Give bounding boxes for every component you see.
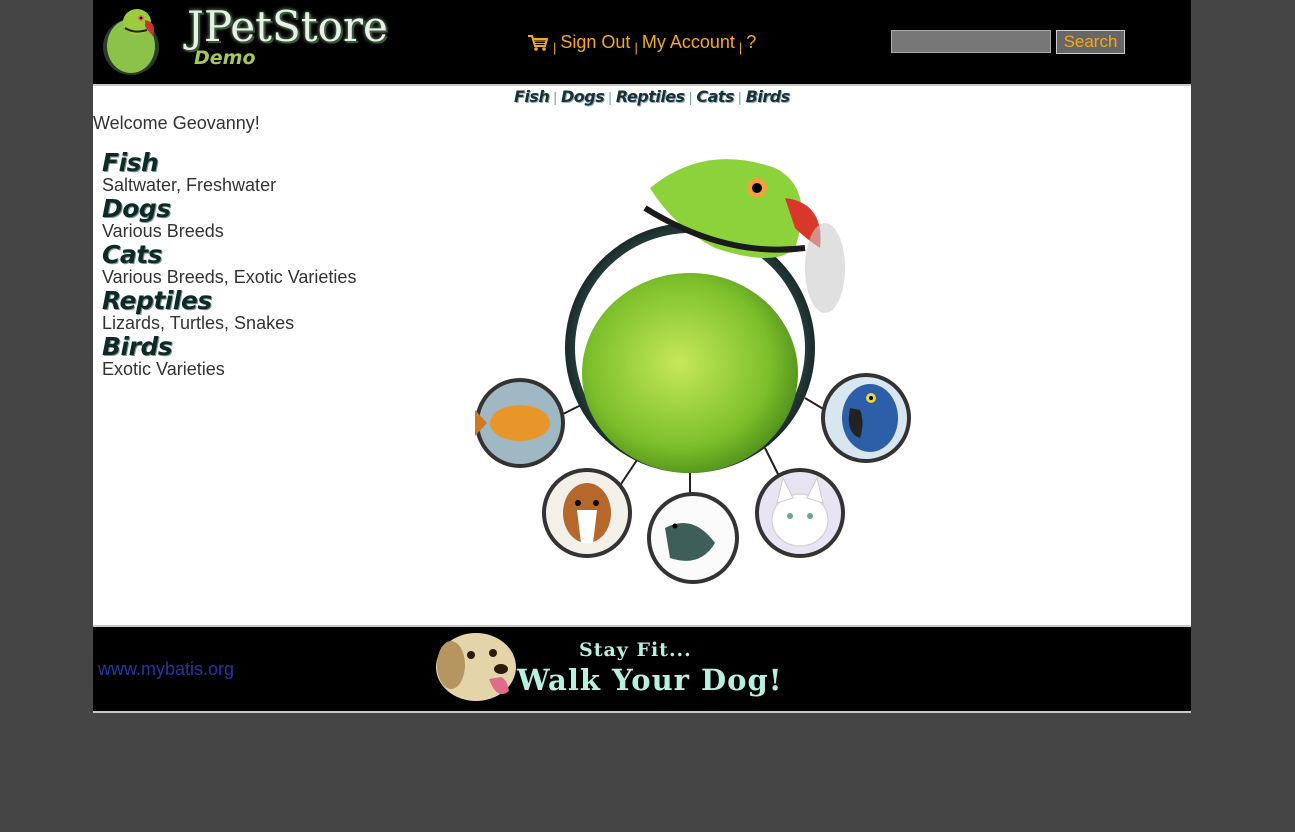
sidebar-category-reptiles: Reptiles Lizards, Turtles, Snakes [102, 288, 402, 334]
sidebar-category-dogs: Dogs Various Breeds [102, 196, 402, 242]
banner-line2: Walk Your Dog! [517, 663, 783, 697]
sidebar-description: Saltwater, Freshwater [102, 175, 277, 195]
sidebar-description: Various Breeds [102, 221, 224, 241]
quicklink-fish[interactable]: Fish [514, 87, 550, 106]
reptiles-area[interactable] [647, 492, 739, 584]
birds-area-large[interactable] [565, 159, 845, 473]
menu-separator: | [738, 40, 743, 55]
quicklink-birds[interactable]: Birds [746, 87, 791, 106]
sidebar-link-birds[interactable]: Birds [102, 334, 402, 360]
cats-area[interactable] [755, 468, 845, 558]
help-link[interactable]: ? [746, 32, 756, 53]
search-form: Search [891, 30, 1125, 54]
sidebar-link-fish[interactable]: Fish [102, 150, 402, 176]
quick-links: Fish | Dogs | Reptiles | Cats | Birds [514, 87, 790, 106]
sidebar: Fish Saltwater, Freshwater Dogs Various … [102, 150, 402, 380]
sidebar-description: Exotic Varieties [102, 359, 225, 379]
sidebar-link-dogs[interactable]: Dogs [102, 196, 402, 222]
sidebar-description: Lizards, Turtles, Snakes [102, 313, 295, 333]
parrot-logo-icon [103, 9, 159, 75]
header: JPetStore Demo | Sign Out | My Account |… [93, 0, 1191, 84]
quicklink-separator: | [553, 88, 557, 105]
quicklink-separator: | [608, 88, 612, 105]
footer: www.mybatis.org Stay Fit... Walk Your Do… [93, 625, 1191, 713]
logo-subtitle: Demo [194, 47, 256, 69]
my-account-link[interactable]: My Account [642, 32, 735, 53]
sidebar-category-cats: Cats Various Breeds, Exotic Varieties [102, 242, 402, 288]
header-menu: | Sign Out | My Account | ? [527, 30, 756, 55]
sidebar-link-reptiles[interactable]: Reptiles [102, 288, 402, 314]
birds-area-small[interactable] [821, 373, 911, 463]
dog-face-icon [436, 633, 516, 701]
sidebar-category-birds: Birds Exotic Varieties [102, 334, 402, 380]
sidebar-link-cats[interactable]: Cats [102, 242, 402, 268]
quicklink-cats[interactable]: Cats [696, 87, 734, 106]
sidebar-category-fish: Fish Saltwater, Freshwater [102, 150, 402, 196]
content: Fish | Dogs | Reptiles | Cats | Birds We… [93, 84, 1191, 625]
quicklink-separator: | [738, 88, 742, 105]
banner-line1: Stay Fit... [579, 639, 692, 661]
quicklink-dogs[interactable]: Dogs [561, 87, 605, 106]
sign-out-link[interactable]: Sign Out [560, 32, 630, 53]
page-wrapper: JPetStore Demo | Sign Out | My Account |… [93, 0, 1191, 713]
walk-your-dog-banner[interactable]: Stay Fit... Walk Your Dog! [431, 629, 782, 705]
category-imagemap [475, 159, 911, 584]
quicklink-reptiles[interactable]: Reptiles [616, 87, 685, 106]
mybatis-link[interactable]: www.mybatis.org [98, 659, 234, 680]
logo[interactable]: JPetStore Demo [101, 2, 388, 78]
shopping-cart-icon[interactable] [527, 34, 549, 52]
quicklink-separator: | [688, 88, 693, 105]
menu-separator: | [553, 40, 557, 55]
welcome-message: Welcome Geovanny! [93, 113, 260, 133]
dogs-area[interactable] [542, 468, 632, 558]
fish-area[interactable] [475, 378, 565, 468]
search-input[interactable] [891, 30, 1051, 53]
logo-title: JPetStore [187, 2, 388, 51]
menu-separator: | [634, 40, 638, 55]
search-button[interactable]: Search [1056, 30, 1125, 54]
sidebar-description: Various Breeds, Exotic Varieties [102, 267, 357, 287]
